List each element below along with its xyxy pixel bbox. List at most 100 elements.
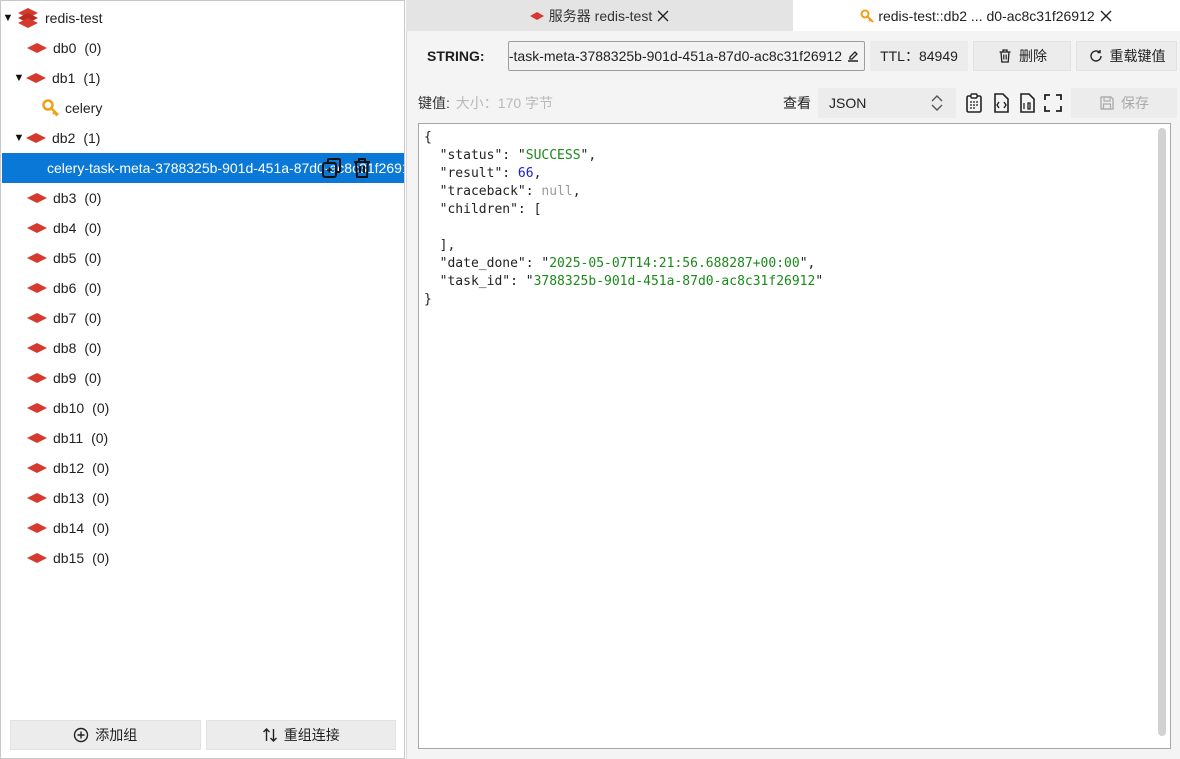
close-icon[interactable] bbox=[1099, 9, 1113, 23]
tree-db-db15[interactable]: db15 (0) bbox=[2, 543, 404, 573]
tree-db-db0[interactable]: db0 (0) bbox=[2, 33, 404, 63]
tree-key-celery[interactable]: celery bbox=[2, 93, 404, 123]
expand-arrow-icon[interactable]: ▼ bbox=[13, 132, 25, 144]
db-name: db4 bbox=[53, 220, 77, 236]
key-name: celery bbox=[65, 100, 103, 116]
expand-arrow-icon[interactable]: ▼ bbox=[13, 72, 25, 84]
add-circle-icon bbox=[74, 727, 89, 743]
delete-button[interactable]: 删除 bbox=[973, 41, 1071, 71]
database-icon bbox=[26, 73, 46, 83]
view-format-select[interactable]: JSON bbox=[818, 88, 956, 118]
json-date-done: 2025-05-07T14:21:56.688287+00:00 bbox=[549, 256, 800, 271]
database-icon bbox=[26, 133, 46, 143]
tree-db-db13[interactable]: db13 (0) bbox=[2, 483, 404, 513]
database-icon bbox=[27, 313, 47, 323]
value-editor[interactable]: { "status": "SUCCESS", "result": 66, "tr… bbox=[418, 123, 1171, 749]
tree-db-db10[interactable]: db10 (0) bbox=[2, 393, 404, 423]
close-icon[interactable] bbox=[656, 9, 670, 23]
database-icon bbox=[27, 433, 47, 443]
tree-db-db2[interactable]: ▼ db2 (1) bbox=[2, 123, 404, 153]
db-name: db11 bbox=[53, 430, 84, 446]
format-code-icon[interactable] bbox=[990, 92, 1012, 114]
key-name-field[interactable]: celery-task-meta-3788325b-901d-451a-87d0… bbox=[508, 41, 865, 71]
tab-server-label: 服务器 redis-test bbox=[548, 7, 653, 24]
binary-view-icon[interactable] bbox=[1016, 92, 1038, 114]
value-size: 大小：170 字节 bbox=[455, 95, 554, 111]
connection-tree-panel: ▼ redis-test db0 (0) ▼ db1 (1) celery ▼ … bbox=[0, 0, 405, 759]
database-icon bbox=[27, 463, 47, 473]
delete-icon[interactable] bbox=[350, 156, 374, 180]
db-key-count: (0) bbox=[84, 340, 102, 356]
database-icon bbox=[27, 403, 47, 413]
database-icon bbox=[27, 553, 47, 563]
db-name: db3 bbox=[53, 190, 77, 206]
tree-db-db9[interactable]: db9 (0) bbox=[2, 363, 404, 393]
ttl-display[interactable]: TTL：84949 bbox=[870, 41, 968, 71]
db-name: db10 bbox=[53, 400, 85, 416]
ttl-value: TTL：84949 bbox=[880, 48, 958, 64]
value-header: 键值: 大小：170 字节 bbox=[418, 93, 553, 113]
add-group-button[interactable]: 添加组 bbox=[10, 720, 201, 750]
db-key-count: (0) bbox=[84, 310, 102, 326]
tree-db-db4[interactable]: db4 (0) bbox=[2, 213, 404, 243]
db-key-count: (0) bbox=[84, 250, 102, 266]
reload-label: 重载键值 bbox=[1109, 48, 1166, 64]
tab-server[interactable]: 服务器 redis-test bbox=[406, 0, 793, 31]
save-button[interactable]: 保存 bbox=[1071, 88, 1177, 118]
db-name: db0 bbox=[53, 40, 77, 56]
fullscreen-icon[interactable] bbox=[1042, 92, 1064, 114]
tree-db-db7[interactable]: db7 (0) bbox=[2, 303, 404, 333]
db-key-count: (0) bbox=[84, 40, 102, 56]
db-name: db9 bbox=[53, 370, 77, 386]
copy-icon[interactable] bbox=[320, 156, 344, 180]
tree-db-db8[interactable]: db8 (0) bbox=[2, 333, 404, 363]
row-actions bbox=[320, 156, 374, 180]
db-key-count: (1) bbox=[83, 70, 101, 86]
tree-connection-redis-test[interactable]: ▼ redis-test bbox=[2, 3, 404, 33]
redis-server-icon bbox=[529, 11, 544, 20]
reorder-connections-button[interactable]: 重组连接 bbox=[205, 720, 396, 750]
redis-server-icon bbox=[18, 8, 38, 28]
tree-db-db5[interactable]: db5 (0) bbox=[2, 243, 404, 273]
delete-label: 删除 bbox=[1019, 48, 1047, 64]
json-result: 66 bbox=[517, 166, 534, 181]
rename-icon[interactable] bbox=[846, 49, 860, 63]
json-code: { "status": "SUCCESS", "result": 66, "tr… bbox=[424, 130, 824, 307]
editor-scrollbar[interactable] bbox=[1158, 128, 1166, 736]
db-key-count: (0) bbox=[91, 430, 109, 446]
tree-db-db3[interactable]: db3 (0) bbox=[2, 183, 404, 213]
db-name: db1 bbox=[52, 70, 76, 86]
key-content: STRING: celery-task-meta-3788325b-901d-4… bbox=[406, 31, 1180, 759]
tree-db-db1[interactable]: ▼ db1 (1) bbox=[2, 63, 404, 93]
db-name: db7 bbox=[53, 310, 77, 326]
key-detail-pane: 服务器 redis-test redis-test::db2 ... d0-ac… bbox=[406, 0, 1180, 759]
database-icon bbox=[27, 223, 47, 233]
value-label: 键值: bbox=[418, 95, 450, 111]
tree-db-db11[interactable]: db11 (0) bbox=[2, 423, 404, 453]
json-task-id: 3788325b-901d-451a-87d0-ac8c31f26912 bbox=[533, 274, 816, 289]
db-key-count: (0) bbox=[92, 400, 110, 416]
json-traceback: null bbox=[541, 184, 573, 199]
view-format-value: JSON bbox=[829, 95, 867, 111]
save-icon bbox=[1100, 96, 1114, 110]
tree-key-celery-task-meta[interactable]: celery-task-meta-3788325b-901d-451a-87d0… bbox=[2, 153, 404, 183]
sort-arrows-icon bbox=[262, 728, 277, 742]
tree-db-db12[interactable]: db12 (0) bbox=[2, 453, 404, 483]
db-key-count: (0) bbox=[84, 190, 102, 206]
updown-chevron-icon bbox=[931, 95, 943, 111]
reload-button[interactable]: 重载键值 bbox=[1076, 41, 1177, 71]
refresh-icon bbox=[1089, 50, 1102, 62]
db-key-count: (0) bbox=[92, 520, 110, 536]
tab-key-label: redis-test::db2 ... d0-ac8c31f26912 bbox=[878, 7, 1095, 24]
json-status: SUCCESS bbox=[525, 148, 581, 163]
tree-db-db6[interactable]: db6 (0) bbox=[2, 273, 404, 303]
expand-arrow-icon[interactable]: ▼ bbox=[2, 12, 14, 24]
db-name: db13 bbox=[53, 490, 85, 506]
save-label: 保存 bbox=[1121, 95, 1149, 111]
key-name-value: celery-task-meta-3788325b-901d-451a-87d0… bbox=[508, 48, 842, 64]
db-key-count: (1) bbox=[83, 130, 101, 146]
tree-db-db14[interactable]: db14 (0) bbox=[2, 513, 404, 543]
copy-value-icon[interactable] bbox=[964, 92, 986, 114]
database-icon bbox=[27, 343, 47, 353]
tab-key[interactable]: redis-test::db2 ... d0-ac8c31f26912 bbox=[793, 0, 1180, 31]
